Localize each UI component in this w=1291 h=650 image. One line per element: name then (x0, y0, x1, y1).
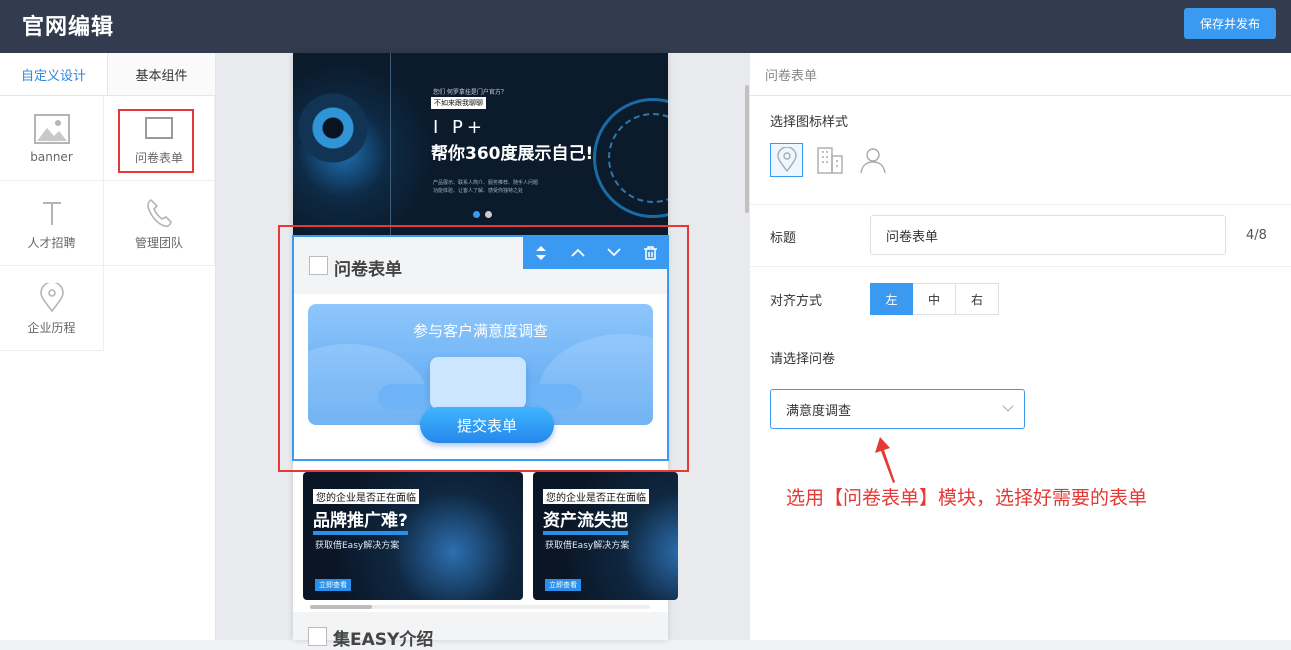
card-graphic (430, 357, 526, 409)
delete-icon[interactable] (633, 236, 670, 269)
promo-card-button[interactable]: 立即查看 (545, 579, 581, 591)
scrollbar-thumb[interactable] (310, 605, 372, 609)
align-label: 对齐方式 (770, 294, 823, 309)
person-icon[interactable] (856, 143, 889, 177)
component-label: 人才招聘 (27, 235, 76, 250)
promo-card-line: 获取借Easy解决方案 (545, 541, 630, 551)
chevron-down-icon (1002, 400, 1014, 412)
banner-tag: 不如来跟我聊聊 (431, 97, 486, 109)
section-icon-box (308, 627, 327, 646)
banner-small-text: 您们 何罗拿挂是门户官方？ (433, 89, 507, 96)
letter-t-icon (41, 196, 63, 230)
promo-card-heading: 品牌推广难? (313, 506, 408, 535)
vertical-scrollbar[interactable] (745, 85, 749, 213)
component-label: 管理团队 (134, 235, 183, 250)
promo-card-line: 您的企业是否正在面临 (313, 489, 419, 504)
component-tabs: 自定义设计 基本组件 (0, 53, 215, 96)
selection-highlight (118, 109, 194, 173)
carousel-dots (473, 211, 492, 218)
align-center-button[interactable]: 中 (913, 283, 956, 315)
divider (390, 53, 391, 235)
align-options: 左 中 右 (870, 283, 999, 315)
empty-cell (104, 266, 215, 351)
card-graphic (378, 384, 438, 410)
promo-card-line: 您的企业是否正在面临 (543, 489, 649, 504)
component-company-history[interactable]: 企业历程 (0, 266, 104, 351)
top-bar: 官网编辑 保存并发布 (0, 0, 1291, 53)
component-recruitment[interactable]: 人才招聘 (0, 181, 104, 266)
move-down-icon[interactable] (596, 236, 633, 269)
icon-style-label: 选择图标样式 (770, 115, 849, 130)
component-management-team[interactable]: 管理团队 (104, 181, 215, 266)
drag-handle-icon[interactable] (523, 236, 560, 269)
map-pin-icon[interactable] (770, 143, 803, 177)
promo-card-heading: 资产流失把 (543, 506, 628, 535)
survey-body: 参与客户满意度调查 提交表单 (294, 294, 667, 459)
component-panel: 自定义设计 基本组件 banner 问卷表单 人才招聘 管理团队 企业历程 (0, 53, 216, 640)
banner-desc-line: 功能体验、让客人了解、感受你独特之处 (433, 188, 524, 194)
promo-card-line: 获取借Easy解决方案 (315, 541, 400, 551)
promo-card[interactable]: 您的企业是否正在面临 品牌推广难? 获取借Easy解决方案 立即查看 (303, 472, 523, 600)
module-toolbar (523, 236, 669, 269)
promo-card[interactable]: 您的企业是否正在面临 资产流失把 获取借Easy解决方案 立即查看 (533, 472, 678, 600)
phone-icon (146, 196, 172, 230)
tab-custom-design[interactable]: 自定义设计 (0, 53, 107, 95)
next-section-title: 集EASY介绍 (333, 630, 434, 650)
survey-icon-box (309, 256, 328, 275)
title-input[interactable]: 问卷表单 (870, 215, 1226, 255)
divider (750, 266, 1291, 267)
banner-module[interactable]: 您们 何罗拿挂是门户官方？ 不如来跟我聊聊 I P+ 帮你360度展示自己! 产… (293, 53, 668, 235)
horizontal-scrollbar[interactable] (310, 605, 650, 609)
banner-desc-line: 产品展示、联系人简介、服务推荐、随手人问题 (433, 180, 539, 186)
banner-ip-text: I P+ (433, 117, 486, 138)
component-label: banner (30, 150, 73, 164)
move-up-icon[interactable] (560, 236, 597, 269)
component-grid: banner 问卷表单 人才招聘 管理团队 企业历程 (0, 96, 215, 351)
cloud-graphic (538, 334, 653, 425)
eye-graphic (298, 93, 368, 163)
component-label: 企业历程 (27, 320, 76, 335)
page-title: 官网编辑 (22, 15, 115, 40)
align-right-button[interactable]: 右 (956, 283, 999, 315)
survey-card-title: 参与客户满意度调查 (412, 322, 548, 340)
building-icon[interactable] (813, 143, 846, 177)
component-banner[interactable]: banner (0, 96, 104, 181)
map-pin-icon (39, 281, 65, 315)
survey-title: 问卷表单 (334, 260, 402, 280)
title-label: 标题 (770, 231, 797, 246)
promo-card-button[interactable]: 立即查看 (315, 579, 351, 591)
image-icon (33, 112, 70, 146)
properties-header: 问卷表单 (750, 53, 1291, 96)
properties-panel: 问卷表单 选择图标样式 标题 问卷表单 4/8 对齐方式 左 中 右 请选择问卷… (750, 53, 1291, 640)
survey-module[interactable]: 问卷表单 参与客户满意度调查 提交表单 (292, 235, 669, 461)
annotation-note: 选用【问卷表单】模块，选择好需要的表单 (786, 487, 1148, 509)
next-section[interactable]: 集EASY介绍 (293, 612, 668, 650)
survey-select[interactable]: 满意度调查 (770, 389, 1025, 429)
submit-form-button[interactable]: 提交表单 (420, 407, 554, 443)
banner-headline: 帮你360度展示自己! (431, 144, 594, 164)
divider (750, 204, 1291, 205)
title-char-count: 4/8 (1246, 228, 1267, 243)
survey-select-value: 满意度调查 (786, 403, 852, 419)
promo-cards: 您的企业是否正在面临 品牌推广难? 获取借Easy解决方案 立即查看 您的企业是… (303, 472, 678, 600)
banner-description: 产品展示、联系人简介、服务推荐、随手人问题 功能体验、让客人了解、感受你独特之处 (433, 179, 553, 195)
align-left-button[interactable]: 左 (870, 283, 913, 315)
carousel-dot[interactable] (485, 211, 492, 218)
tab-basic-components[interactable]: 基本组件 (107, 53, 215, 95)
survey-select-label: 请选择问卷 (770, 352, 836, 367)
component-survey-form[interactable]: 问卷表单 (104, 96, 215, 181)
save-publish-button[interactable]: 保存并发布 (1184, 8, 1276, 39)
carousel-dot[interactable] (473, 211, 480, 218)
icon-style-options (770, 143, 889, 177)
